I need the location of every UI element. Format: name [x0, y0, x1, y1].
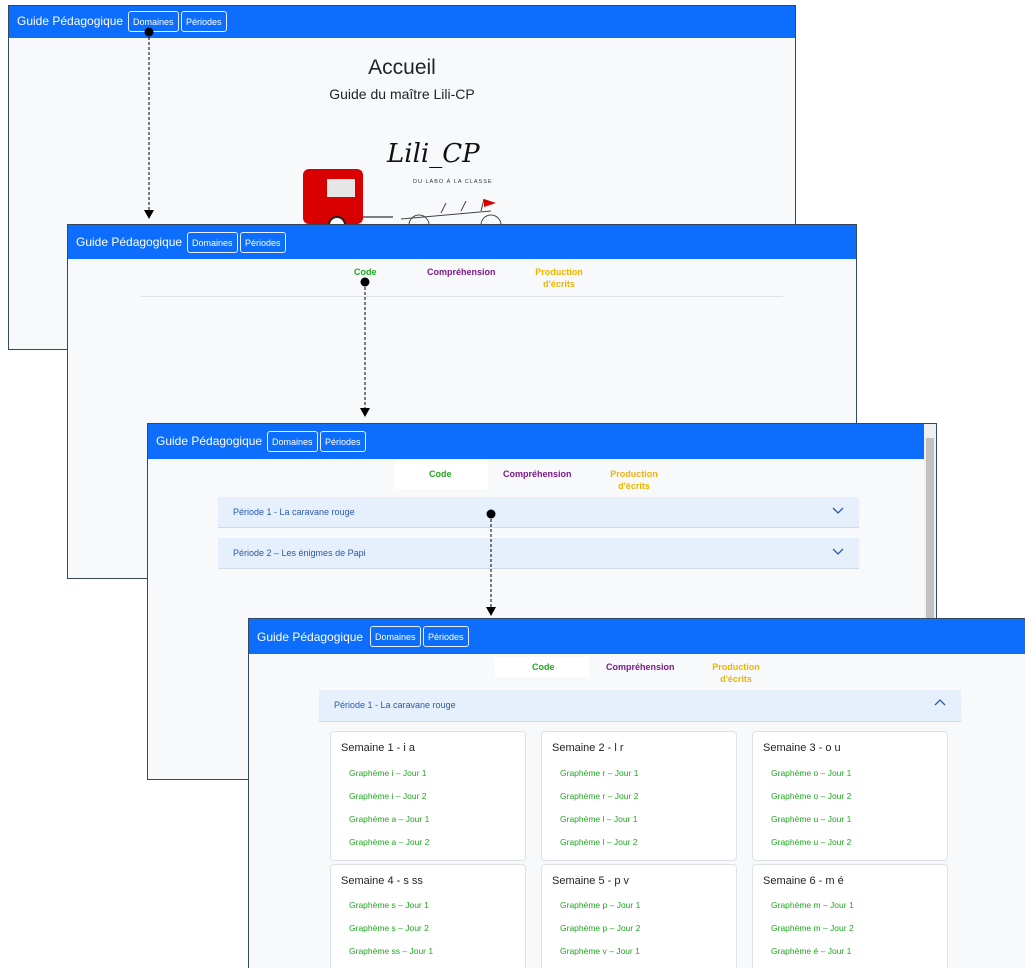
lesson-link[interactable]: Graphème i – Jour 1 [349, 768, 426, 778]
lesson-link[interactable]: Graphème ss – Jour 1 [349, 946, 433, 956]
caravan-bike-illustration [303, 169, 502, 231]
week-card-2: Semaine 2 - l r Graphème r – Jour 1 Grap… [541, 731, 737, 861]
domaines-button[interactable]: Domaines [267, 431, 318, 452]
lesson-link[interactable]: Graphème v – Jour 1 [560, 946, 640, 956]
tab-production-line2: d'écrits [543, 279, 575, 289]
lesson-link[interactable]: Graphème s – Jour 1 [349, 900, 429, 910]
tab-production[interactable]: Production d'écrits [609, 468, 659, 492]
page-title: Accueil [368, 56, 436, 79]
lesson-link[interactable]: Graphème i – Jour 2 [349, 791, 426, 801]
lesson-link[interactable]: Graphème m – Jour 1 [771, 900, 854, 910]
lili-cp-logo: Lili_CP DU LABO À LA CLASSE [301, 139, 511, 231]
periodes-button[interactable]: Périodes [181, 11, 227, 32]
chevron-down-icon[interactable] [831, 503, 845, 517]
week-title: Semaine 3 - o u [763, 742, 841, 754]
accordion-period-1[interactable]: Période 1 - La caravane rouge [319, 690, 961, 722]
brand-link[interactable]: Guide Pédagogique [76, 235, 182, 249]
lesson-link[interactable]: Graphème o – Jour 2 [771, 791, 851, 801]
week-title: Semaine 6 - m é [763, 875, 844, 887]
accordion-period-2[interactable]: Période 2 – Les énigmes de Papi [218, 538, 859, 569]
tab-divider [141, 296, 783, 297]
lesson-link[interactable]: Graphème é – Jour 1 [771, 946, 851, 956]
accordion-period-1-title: Période 1 - La caravane rouge [334, 700, 456, 710]
week-card-3: Semaine 3 - o u Graphème o – Jour 1 Grap… [752, 731, 948, 861]
domaines-button[interactable]: Domaines [370, 626, 421, 647]
lesson-link[interactable]: Graphème a – Jour 1 [349, 814, 429, 824]
week-card-5: Semaine 5 - p v Graphème p – Jour 1 Grap… [541, 864, 737, 968]
domaines-button[interactable]: Domaines [128, 11, 179, 32]
periodes-button[interactable]: Périodes [423, 626, 469, 647]
navbar: Guide Pédagogique Domaines Périodes [9, 6, 795, 38]
lesson-link[interactable]: Graphème u – Jour 2 [771, 837, 851, 847]
accordion-period-2-title: Période 2 – Les énigmes de Papi [233, 548, 366, 558]
tab-production-line1: Production [610, 469, 658, 479]
lesson-link[interactable]: Graphème p – Jour 2 [560, 923, 640, 933]
tab-production-line1: Production [535, 267, 583, 277]
lesson-link[interactable]: Graphème a – Jour 2 [349, 837, 429, 847]
week-title: Semaine 1 - i a [341, 742, 415, 754]
tab-production-line1: Production [712, 662, 760, 672]
tab-production-line2: d'écrits [618, 481, 650, 491]
window-period-detail: Guide Pédagogique Domaines Périodes Code… [248, 618, 1025, 968]
tab-code[interactable]: Code [354, 266, 377, 278]
tab-comprehension[interactable]: Compréhension [503, 468, 572, 480]
chevron-up-icon[interactable] [933, 696, 947, 710]
week-title: Semaine 2 - l r [552, 742, 624, 754]
page-subtitle: Guide du maître Lili-CP [329, 86, 475, 102]
lesson-link[interactable]: Graphème l – Jour 2 [560, 837, 637, 847]
navbar: Guide Pédagogique Domaines Périodes [68, 225, 856, 259]
domaines-button[interactable]: Domaines [187, 232, 238, 253]
brand-link[interactable]: Guide Pédagogique [17, 14, 123, 28]
week-card-6: Semaine 6 - m é Graphème m – Jour 1 Grap… [752, 864, 948, 968]
navbar: Guide Pédagogique Domaines Périodes [148, 424, 924, 459]
tab-production-line2: d'écrits [720, 674, 752, 684]
lesson-link[interactable]: Graphème u – Jour 1 [771, 814, 851, 824]
week-title: Semaine 4 - s ss [341, 875, 423, 887]
periodes-button[interactable]: Périodes [240, 232, 286, 253]
chevron-down-icon[interactable] [831, 544, 845, 558]
tab-code[interactable]: Code [532, 661, 555, 673]
tab-comprehension[interactable]: Compréhension [606, 661, 675, 673]
tab-production[interactable]: Production d'écrits [711, 661, 761, 685]
week-card-4: Semaine 4 - s ss Graphème s – Jour 1 Gra… [330, 864, 526, 968]
tab-code[interactable]: Code [429, 468, 452, 480]
lesson-link[interactable]: Graphème r – Jour 2 [560, 791, 638, 801]
brand-link[interactable]: Guide Pédagogique [257, 630, 363, 644]
week-title: Semaine 5 - p v [552, 875, 630, 887]
lesson-link[interactable]: Graphème m – Jour 2 [771, 923, 854, 933]
accordion-period-1-title: Période 1 - La caravane rouge [233, 507, 355, 517]
tab-production[interactable]: Production d'écrits [534, 266, 584, 290]
week-card-1: Semaine 1 - i a Graphème i – Jour 1 Grap… [330, 731, 526, 861]
navbar: Guide Pédagogique Domaines Périodes [249, 619, 1025, 654]
lesson-link[interactable]: Graphème p – Jour 1 [560, 900, 640, 910]
lesson-link[interactable]: Graphème l – Jour 1 [560, 814, 637, 824]
tab-comprehension[interactable]: Compréhension [427, 266, 496, 278]
lesson-link[interactable]: Graphème o – Jour 1 [771, 768, 851, 778]
lesson-link[interactable]: Graphème s – Jour 2 [349, 923, 429, 933]
brand-link[interactable]: Guide Pédagogique [156, 434, 262, 448]
accordion-period-1[interactable]: Période 1 - La caravane rouge [218, 497, 859, 528]
periodes-button[interactable]: Périodes [320, 431, 366, 452]
lesson-link[interactable]: Graphème r – Jour 1 [560, 768, 638, 778]
